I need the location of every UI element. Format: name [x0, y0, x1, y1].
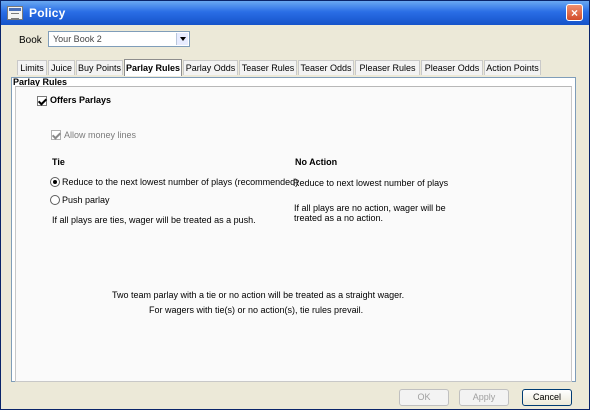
two-team-note: Two team parlay with a tie or no action … [112, 290, 405, 300]
close-button[interactable]: × [566, 4, 583, 21]
tab-parlay-rules[interactable]: Parlay Rules [124, 59, 182, 76]
cancel-button[interactable]: Cancel [522, 389, 572, 406]
allow-money-lines-label: Allow money lines [64, 130, 137, 140]
window-title: Policy [29, 6, 66, 20]
offers-parlays-checkbox[interactable] [37, 96, 47, 106]
tie-reduce-radio[interactable] [50, 177, 60, 187]
tab-pleaser-rules[interactable]: Pleaser Rules [355, 60, 420, 75]
apply-button[interactable]: Apply [459, 389, 509, 406]
book-label: Book [19, 35, 42, 46]
tab-teaser-rules[interactable]: Teaser Rules [239, 60, 297, 75]
tie-reduce-label: Reduce to the next lowest number of play… [62, 177, 299, 187]
tab-juice[interactable]: Juice [48, 60, 75, 75]
tie-push-radio[interactable] [50, 195, 60, 205]
tie-note: If all plays are ties, wager will be tre… [52, 215, 256, 225]
allow-money-lines-checkbox[interactable] [51, 130, 61, 140]
tab-parlay-odds[interactable]: Parlay Odds [183, 60, 238, 75]
offers-parlays-label: Offers Parlays [50, 95, 112, 105]
title-bar: Policy × [1, 1, 589, 25]
tab-pleaser-odds[interactable]: Pleaser Odds [421, 60, 483, 75]
chevron-down-icon[interactable] [176, 33, 188, 45]
tie-push-label: Push parlay [62, 195, 110, 205]
no-action-note: If all plays are no action, wager will b… [294, 203, 446, 223]
tab-buy-points[interactable]: Buy Points [76, 60, 123, 75]
tab-teaser-odds[interactable]: Teaser Odds [298, 60, 354, 75]
no-action-rule: Reduce to next lowest number of plays [293, 178, 449, 188]
policy-window: Policy × Book Your Book 2 Limits Juice B… [0, 0, 590, 410]
tie-heading: Tie [52, 157, 65, 167]
tab-action-points[interactable]: Action Points [484, 60, 541, 75]
no-action-heading: No Action [295, 157, 338, 167]
tab-limits[interactable]: Limits [17, 60, 47, 75]
window-icon [7, 6, 23, 20]
tie-rules-note: For wagers with tie(s) or no action(s), … [149, 305, 364, 315]
book-select[interactable]: Your Book 2 [48, 31, 190, 47]
ok-button[interactable]: OK [399, 389, 449, 406]
book-select-value: Your Book 2 [53, 34, 102, 44]
